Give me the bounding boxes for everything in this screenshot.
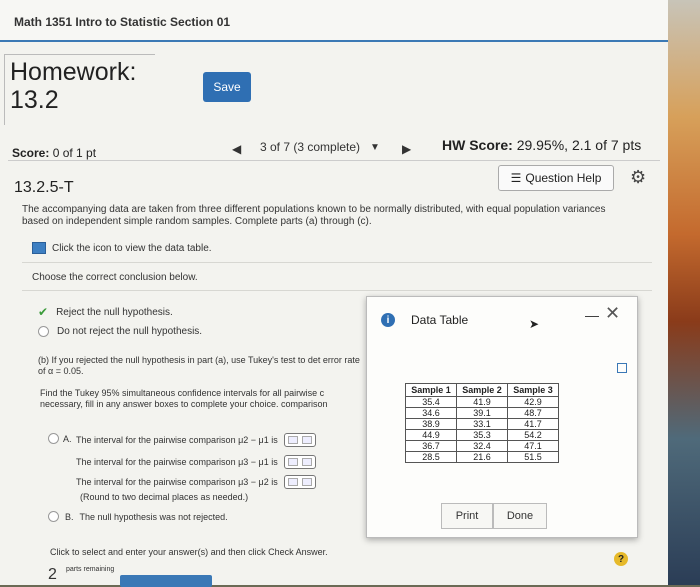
question-help-button[interactable]: ☰ Question Help bbox=[498, 165, 614, 191]
interval-label-1: The interval for the pairwise comparison… bbox=[76, 435, 278, 445]
data-table-dialog: i Data Table ➤ — ✕ Sample 1 Sample 2 Sam… bbox=[366, 296, 638, 538]
info-icon: i bbox=[381, 313, 395, 327]
answer-box-2[interactable] bbox=[283, 455, 316, 469]
answer-box-1[interactable] bbox=[283, 433, 316, 447]
table-cell: 47.1 bbox=[507, 440, 559, 452]
next-question-button[interactable]: ▶ bbox=[402, 142, 411, 156]
column-header: Sample 3 bbox=[507, 383, 559, 397]
question-prompt: The accompanying data are taken from thr… bbox=[22, 204, 606, 227]
option-b-letter: B. bbox=[65, 511, 74, 522]
table-cell: 48.7 bbox=[507, 407, 559, 419]
table-cell: 51.5 bbox=[507, 451, 559, 463]
table-cell: 32.4 bbox=[456, 440, 508, 452]
data-table: Sample 1 Sample 2 Sample 3 35.4 41.9 42.… bbox=[405, 383, 559, 463]
chevron-down-icon[interactable]: ▼ bbox=[370, 142, 380, 153]
cursor-icon: ➤ bbox=[529, 317, 540, 331]
table-cell: 35.3 bbox=[456, 429, 508, 441]
tukey-instruction: Find the Tukey 95% simultaneous confiden… bbox=[40, 388, 328, 409]
close-icon[interactable]: ✕ bbox=[605, 303, 620, 324]
option-not-reject-label: Do not reject the null hypothesis. bbox=[57, 326, 203, 337]
table-cell: 42.9 bbox=[507, 396, 559, 408]
course-header: Math 1351 Intro to Statistic Section 01 bbox=[0, 0, 668, 42]
minimize-icon[interactable]: — bbox=[585, 307, 599, 323]
data-table-link[interactable]: Click the icon to view the data table. bbox=[32, 242, 212, 254]
copy-icon[interactable] bbox=[617, 363, 627, 373]
table-row: 36.7 32.4 47.1 bbox=[405, 440, 559, 452]
hw-score-label: HW Score: bbox=[442, 137, 513, 153]
option-b-label: The null hypothesis was not rejected. bbox=[79, 511, 228, 522]
question-bar: 13.2.5-T ☰ Question Help ⚙ bbox=[8, 160, 660, 201]
data-link-text: Click the icon to view the data table. bbox=[52, 242, 212, 254]
answer-box-3[interactable] bbox=[283, 475, 316, 489]
interval-label-3: The interval for the pairwise comparison… bbox=[76, 477, 278, 487]
course-title: Math 1351 Intro to Statistic Section 01 bbox=[14, 15, 231, 29]
table-icon[interactable] bbox=[32, 242, 46, 254]
table-cell: 41.7 bbox=[507, 418, 559, 430]
homework-title-line2: 13.2 bbox=[10, 86, 59, 114]
table-row: 44.9 35.3 54.2 bbox=[405, 429, 559, 441]
question-status[interactable]: 3 of 7 (3 complete) bbox=[260, 140, 360, 154]
interval-row-2: The interval for the pairwise comparison… bbox=[76, 455, 316, 469]
table-cell: 35.4 bbox=[405, 396, 457, 408]
option-a[interactable]: A. bbox=[48, 433, 72, 444]
table-row: 35.4 41.9 42.9 bbox=[405, 396, 559, 408]
done-button[interactable]: Done bbox=[493, 503, 547, 529]
homework-title-line1: Homework: bbox=[10, 58, 137, 86]
interval-row-1: The interval for the pairwise comparison… bbox=[76, 433, 316, 447]
check-answer-note: Click to select and enter your answer(s)… bbox=[50, 547, 328, 557]
radio-button[interactable] bbox=[48, 511, 59, 522]
save-button[interactable]: Save bbox=[203, 72, 251, 102]
option-reject-label: Reject the null hypothesis. bbox=[56, 306, 173, 318]
print-button[interactable]: Print bbox=[441, 503, 493, 529]
choose-instruction: Choose the correct conclusion below. bbox=[32, 272, 198, 283]
parts-count: 2 bbox=[48, 566, 57, 583]
gear-icon[interactable]: ⚙ bbox=[630, 167, 646, 188]
previous-question-button[interactable]: ◀ bbox=[232, 142, 241, 156]
table-row: 28.5 21.6 51.5 bbox=[405, 451, 559, 463]
option-reject[interactable]: ✔ Reject the null hypothesis. bbox=[38, 305, 173, 319]
interval-label-2: The interval for the pairwise comparison… bbox=[76, 457, 278, 467]
divider bbox=[22, 262, 652, 263]
option-not-reject[interactable]: Do not reject the null hypothesis. bbox=[38, 326, 202, 337]
table-cell: 36.7 bbox=[405, 440, 457, 452]
hw-score-value: 29.95%, 2.1 of 7 pts bbox=[516, 137, 642, 153]
footer-button[interactable] bbox=[120, 575, 212, 587]
part-b-instruction: (b) If you rejected the null hypothesis … bbox=[38, 355, 360, 376]
browser-screen: Math 1351 Intro to Statistic Section 01 … bbox=[0, 0, 668, 587]
radio-button[interactable] bbox=[38, 326, 49, 337]
table-row: 38.9 33.1 41.7 bbox=[405, 418, 559, 430]
table-cell: 54.2 bbox=[507, 429, 559, 441]
round-note: (Round to two decimal places as needed.) bbox=[80, 492, 249, 502]
score-label: Score: bbox=[12, 146, 50, 160]
option-a-letter: A. bbox=[63, 433, 72, 444]
table-cell: 44.9 bbox=[405, 429, 457, 441]
dialog-title: Data Table bbox=[411, 313, 469, 327]
table-cell: 41.9 bbox=[456, 396, 508, 408]
column-header: Sample 1 bbox=[405, 383, 457, 397]
question-help-label: Question Help bbox=[525, 171, 602, 185]
list-icon: ☰ bbox=[510, 171, 522, 185]
option-b[interactable]: B. The null hypothesis was not rejected. bbox=[48, 511, 228, 522]
checkmark-icon: ✔ bbox=[38, 305, 49, 319]
parts-label: parts remaining bbox=[66, 566, 115, 573]
score: Score: 0 of 1 pt bbox=[12, 146, 96, 160]
table-cell: 39.1 bbox=[456, 407, 508, 419]
table-cell: 28.5 bbox=[405, 451, 457, 463]
divider bbox=[22, 290, 652, 291]
question-id: 13.2.5-T bbox=[14, 179, 74, 196]
table-row: 34.6 39.1 48.7 bbox=[405, 407, 559, 419]
table-cell: 34.6 bbox=[405, 407, 457, 419]
homework-title: Homework: 13.2 bbox=[10, 58, 136, 114]
score-value: 0 of 1 pt bbox=[52, 146, 97, 160]
interval-row-3: The interval for the pairwise comparison… bbox=[76, 475, 316, 489]
hw-score: HW Score: 29.95%, 2.1 of 7 pts bbox=[442, 137, 641, 153]
radio-button[interactable] bbox=[48, 433, 59, 444]
table-cell: 38.9 bbox=[405, 418, 457, 430]
table-cell: 21.6 bbox=[456, 451, 508, 463]
column-header: Sample 2 bbox=[456, 383, 508, 397]
table-cell: 33.1 bbox=[456, 418, 508, 430]
help-icon[interactable]: ? bbox=[614, 552, 628, 566]
